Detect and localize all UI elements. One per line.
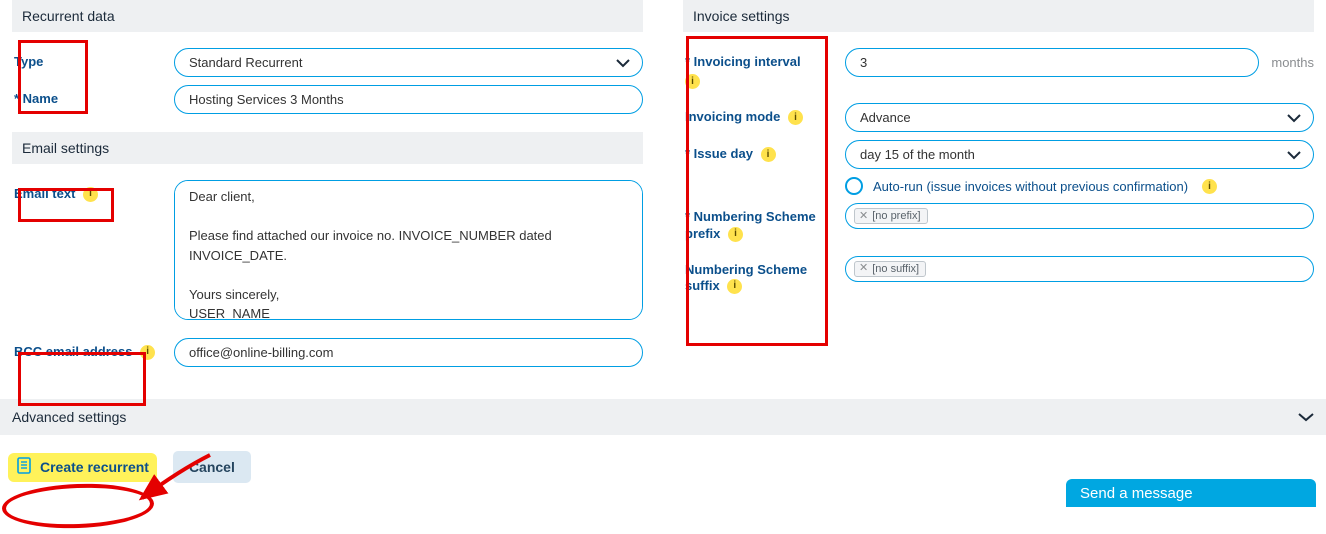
remove-tag-icon[interactable]: ✕ xyxy=(859,263,868,274)
autorun-radio[interactable] xyxy=(845,177,863,195)
info-icon[interactable]: i xyxy=(83,187,98,202)
issue-day-value: day 15 of the month xyxy=(860,147,975,162)
interval-suffix: months xyxy=(1265,55,1314,70)
chevron-down-icon xyxy=(1287,150,1301,160)
chevron-down-icon xyxy=(616,58,630,68)
info-icon[interactable]: i xyxy=(728,227,743,242)
info-icon[interactable]: i xyxy=(727,279,742,294)
mode-select[interactable]: Advance xyxy=(845,103,1314,132)
suffix-tag[interactable]: ✕ [no suffix] xyxy=(854,261,926,277)
name-value: Hosting Services 3 Months xyxy=(189,92,344,107)
prefix-input[interactable]: ✕ [no prefix] xyxy=(845,203,1314,229)
chat-widget[interactable]: Send a message xyxy=(1066,479,1316,507)
prefix-tag[interactable]: ✕ [no prefix] xyxy=(854,208,928,224)
bcc-value: office@online-billing.com xyxy=(189,345,333,360)
mode-label: Invoicing mode i xyxy=(683,103,845,131)
name-input[interactable]: Hosting Services 3 Months xyxy=(174,85,643,114)
type-select[interactable]: Standard Recurrent xyxy=(174,48,643,77)
interval-input[interactable]: 3 xyxy=(845,48,1259,77)
bcc-input[interactable]: office@online-billing.com xyxy=(174,338,643,367)
email-text-textarea[interactable] xyxy=(174,180,643,320)
cancel-button[interactable]: Cancel xyxy=(173,451,251,483)
info-icon[interactable]: i xyxy=(685,74,700,89)
type-value: Standard Recurrent xyxy=(189,55,302,70)
chat-label: Send a message xyxy=(1080,485,1193,502)
info-icon[interactable]: i xyxy=(788,110,803,125)
remove-tag-icon[interactable]: ✕ xyxy=(859,211,868,222)
email-text-label: Email text i xyxy=(12,180,174,208)
email-settings-header: Email settings xyxy=(12,132,643,164)
advanced-settings-label: Advanced settings xyxy=(12,409,126,425)
right-column: Invoice settings Invoicing interval i 3 … xyxy=(683,0,1314,304)
chevron-down-icon xyxy=(1298,409,1314,425)
issue-day-label: Issue day i xyxy=(683,140,845,168)
advanced-settings-toggle[interactable]: Advanced settings xyxy=(0,399,1326,435)
autorun-label: Auto-run (issue invoices without previou… xyxy=(873,179,1188,194)
interval-value: 3 xyxy=(860,55,867,70)
mode-value: Advance xyxy=(860,110,911,125)
suffix-input[interactable]: ✕ [no suffix] xyxy=(845,256,1314,282)
invoice-settings-header: Invoice settings xyxy=(683,0,1314,32)
issue-day-select[interactable]: day 15 of the month xyxy=(845,140,1314,169)
document-icon xyxy=(16,457,34,478)
info-icon[interactable]: i xyxy=(140,345,155,360)
create-recurrent-button[interactable]: Create recurrent xyxy=(8,453,157,482)
bcc-label: BCC email address i xyxy=(12,338,174,366)
prefix-label: Numbering Scheme prefix i xyxy=(683,203,845,248)
chevron-down-icon xyxy=(1287,113,1301,123)
info-icon[interactable]: i xyxy=(761,147,776,162)
info-icon[interactable]: i xyxy=(1202,179,1217,194)
left-column: Recurrent data Type Standard Recurrent N… xyxy=(12,0,643,371)
recurrent-data-header: Recurrent data xyxy=(12,0,643,32)
create-recurrent-label: Create recurrent xyxy=(40,459,149,475)
name-label: Name xyxy=(12,85,174,113)
interval-label: Invoicing interval i xyxy=(683,48,845,95)
type-label: Type xyxy=(12,48,174,76)
suffix-label: Numbering Scheme suffix i xyxy=(683,256,845,301)
